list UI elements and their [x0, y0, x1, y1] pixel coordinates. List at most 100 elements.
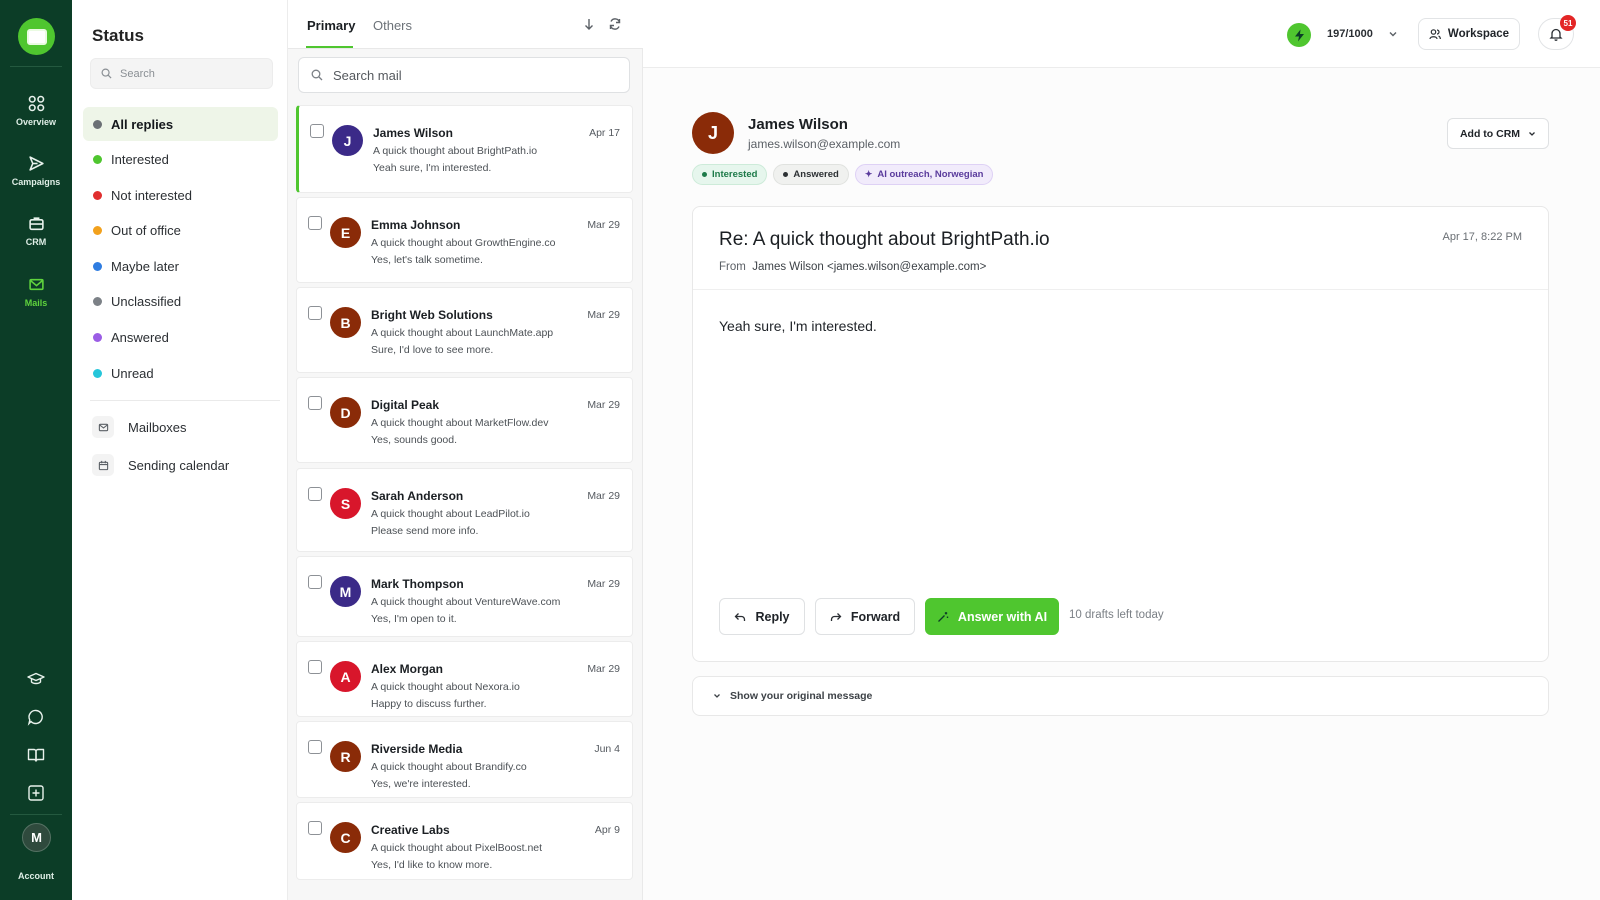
mail-detail: J James Wilson james.wilson@example.com … [643, 68, 1600, 900]
show-original-label: Show your original message [730, 690, 873, 702]
graduation-cap-icon[interactable] [26, 669, 46, 689]
mail-date: Mar 29 [587, 399, 620, 411]
tag-answered[interactable]: Answered [773, 164, 849, 185]
status-item-all-replies[interactable]: All replies [83, 107, 278, 141]
mail-preview: Happy to discuss further. [371, 698, 487, 710]
chevron-down-icon[interactable] [1388, 29, 1398, 39]
top-bar: 197/1000 Workspace 51 [643, 0, 1600, 68]
sender-avatar: J [692, 112, 734, 154]
workspace-button[interactable]: Workspace [1418, 18, 1520, 50]
mail-search[interactable] [298, 57, 630, 93]
status-panel: Status Search All replies Interested Not… [72, 0, 288, 900]
mail-avatar: A [330, 661, 361, 692]
nav-overview[interactable]: Overview [0, 95, 72, 127]
nav-rail: Overview Campaigns CRM Mails M Account [0, 0, 72, 900]
mail-list-item[interactable]: R Riverside Media Jun 4 A quick thought abo… [296, 721, 633, 798]
rail-divider [10, 814, 62, 815]
mail-list-item[interactable]: E Emma Johnson Mar 29 A quick thought about… [296, 197, 633, 283]
tag-ai-outreach[interactable]: ✦ AI outreach, Norwegian [854, 164, 994, 185]
mail-sender: Creative Labs [371, 823, 450, 837]
mail-search-input[interactable] [333, 67, 613, 83]
mail-preview: Please send more info. [371, 525, 479, 537]
mail-checkbox[interactable] [308, 821, 322, 835]
mail-avatar-initial: E [340, 224, 351, 241]
send-icon [28, 156, 44, 171]
mail-checkbox[interactable] [308, 396, 322, 410]
mail-list-item[interactable]: M Mark Thompson Mar 29 A quick thought abou… [296, 556, 633, 637]
mail-checkbox[interactable] [308, 306, 322, 320]
status-item-unread[interactable]: Unread [83, 356, 278, 390]
forward-button[interactable]: Forward [815, 598, 915, 635]
mailbox-icon [98, 423, 108, 431]
nav-mails[interactable]: Mails [0, 276, 72, 308]
mail-checkbox[interactable] [308, 660, 322, 674]
briefcase-icon [28, 217, 44, 231]
mail-list-item[interactable]: B Bright Web Solutions Mar 29 A quick thoug… [296, 287, 633, 373]
status-item-maybe-later[interactable]: Maybe later [83, 249, 278, 283]
mail-avatar: B [330, 307, 361, 338]
sending-calendar-label: Sending calendar [128, 457, 230, 473]
show-original-message[interactable]: Show your original message [692, 676, 1549, 716]
mail-avatar-initial: B [340, 314, 351, 331]
tag-label: Answered [793, 169, 839, 180]
status-dot [93, 155, 102, 165]
status-item-unclassified[interactable]: Unclassified [83, 285, 278, 319]
refresh-icon[interactable] [608, 17, 622, 31]
mail-avatar: D [330, 397, 361, 428]
credits-badge[interactable] [1287, 23, 1311, 47]
status-search[interactable]: Search [90, 58, 273, 89]
account-avatar[interactable]: M [22, 823, 51, 852]
status-item-answered[interactable]: Answered [83, 321, 278, 355]
status-item-not-interested[interactable]: Not interested [83, 178, 278, 212]
mail-list-item[interactable]: D Digital Peak Mar 29 A quick thought about… [296, 377, 633, 463]
mail-tabs: Primary Others [288, 0, 643, 49]
tab-underline [306, 46, 353, 48]
nav-campaigns[interactable]: Campaigns [0, 155, 72, 187]
mail-sender: Alex Morgan [371, 662, 444, 676]
add-square-icon[interactable] [26, 783, 46, 803]
sort-down-icon[interactable] [582, 17, 596, 31]
answer-with-ai-button[interactable]: Answer with AI [925, 598, 1059, 635]
mail-checkbox[interactable] [308, 575, 322, 589]
mail-list-item[interactable]: C Creative Labs Apr 9 A quick thought about… [296, 802, 633, 880]
mail-subject: A quick thought about LeadPilot.io [371, 508, 530, 520]
tab-primary[interactable]: Primary [307, 18, 355, 33]
mail-checkbox[interactable] [308, 487, 322, 501]
account-label: Account [18, 871, 54, 881]
mail-list-item[interactable]: J James Wilson Apr 17 A quick thought about… [296, 105, 633, 193]
bell-icon [1549, 28, 1563, 41]
mail-preview: Sure, I'd love to see more. [371, 344, 494, 356]
reply-button[interactable]: Reply [719, 598, 805, 635]
book-icon[interactable] [26, 745, 46, 765]
reply-label: Reply [755, 609, 790, 624]
mail-icon [28, 278, 44, 291]
status-item-out-of-office[interactable]: Out of office [83, 214, 278, 248]
mail-subject: A quick thought about Brandify.co [371, 761, 527, 773]
mail-avatar-initial: D [340, 404, 351, 421]
mail-checkbox[interactable] [310, 124, 324, 138]
mail-subject: A quick thought about PixelBoost.net [371, 842, 543, 854]
message-body: Yeah sure, I'm interested. [719, 318, 877, 334]
sending-calendar-link[interactable]: Sending calendar [92, 454, 229, 476]
message-from: From James Wilson <james.wilson@example.… [719, 261, 986, 273]
mail-list-item[interactable]: S Sarah Anderson Mar 29 A quick thought abo… [296, 468, 633, 552]
forward-icon [830, 612, 842, 621]
reply-icon [735, 612, 746, 621]
tag-interested[interactable]: Interested [692, 164, 768, 185]
nav-crm[interactable]: CRM [0, 215, 72, 247]
status-dot [93, 119, 102, 129]
mail-checkbox[interactable] [308, 740, 322, 754]
add-to-crm-button[interactable]: Add to CRM [1447, 118, 1549, 149]
mail-checkbox[interactable] [308, 216, 322, 230]
mailboxes-link[interactable]: Mailboxes [92, 416, 187, 438]
status-item-interested[interactable]: Interested [83, 143, 278, 177]
rail-divider [10, 66, 62, 67]
mail-list-item[interactable]: A Alex Morgan Mar 29 A quick thought about … [296, 641, 633, 717]
tab-others[interactable]: Others [373, 18, 412, 33]
status-dot [93, 368, 102, 378]
status-title: Status [92, 26, 144, 45]
logo[interactable] [18, 18, 55, 55]
mail-preview: Yes, I'm open to it. [371, 613, 457, 625]
chat-icon[interactable] [26, 707, 46, 727]
mail-date: Mar 29 [587, 578, 620, 590]
